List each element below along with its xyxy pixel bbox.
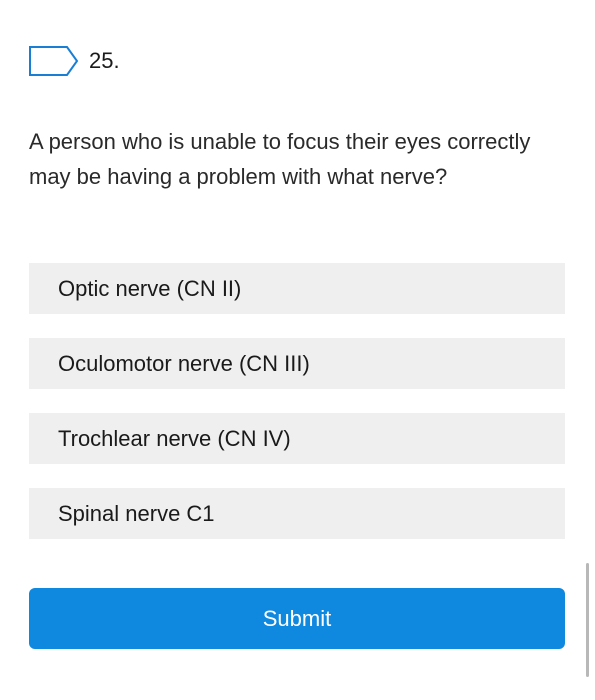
quiz-page: 25. A person who is unable to focus thei… (0, 0, 595, 700)
flag-question-icon[interactable] (29, 46, 79, 76)
answer-option[interactable]: Optic nerve (CN II) (29, 263, 565, 314)
scrollbar[interactable] (586, 563, 589, 677)
question-header: 25. (29, 46, 120, 76)
answer-option-label: Optic nerve (CN II) (58, 275, 242, 301)
answer-option[interactable]: Oculomotor nerve (CN III) (29, 338, 565, 389)
answer-option-label: Trochlear nerve (CN IV) (58, 425, 291, 451)
question-text: A person who is unable to focus their ey… (29, 129, 531, 189)
question-number: 25. (89, 48, 120, 73)
answer-option-label: Spinal nerve C1 (58, 500, 215, 526)
submit-button[interactable]: Submit (29, 588, 565, 649)
answer-option[interactable]: Spinal nerve C1 (29, 488, 565, 539)
answer-option-label: Oculomotor nerve (CN III) (58, 350, 310, 376)
answer-options: Optic nerve (CN II) Oculomotor nerve (CN… (29, 263, 565, 563)
answer-option[interactable]: Trochlear nerve (CN IV) (29, 413, 565, 464)
